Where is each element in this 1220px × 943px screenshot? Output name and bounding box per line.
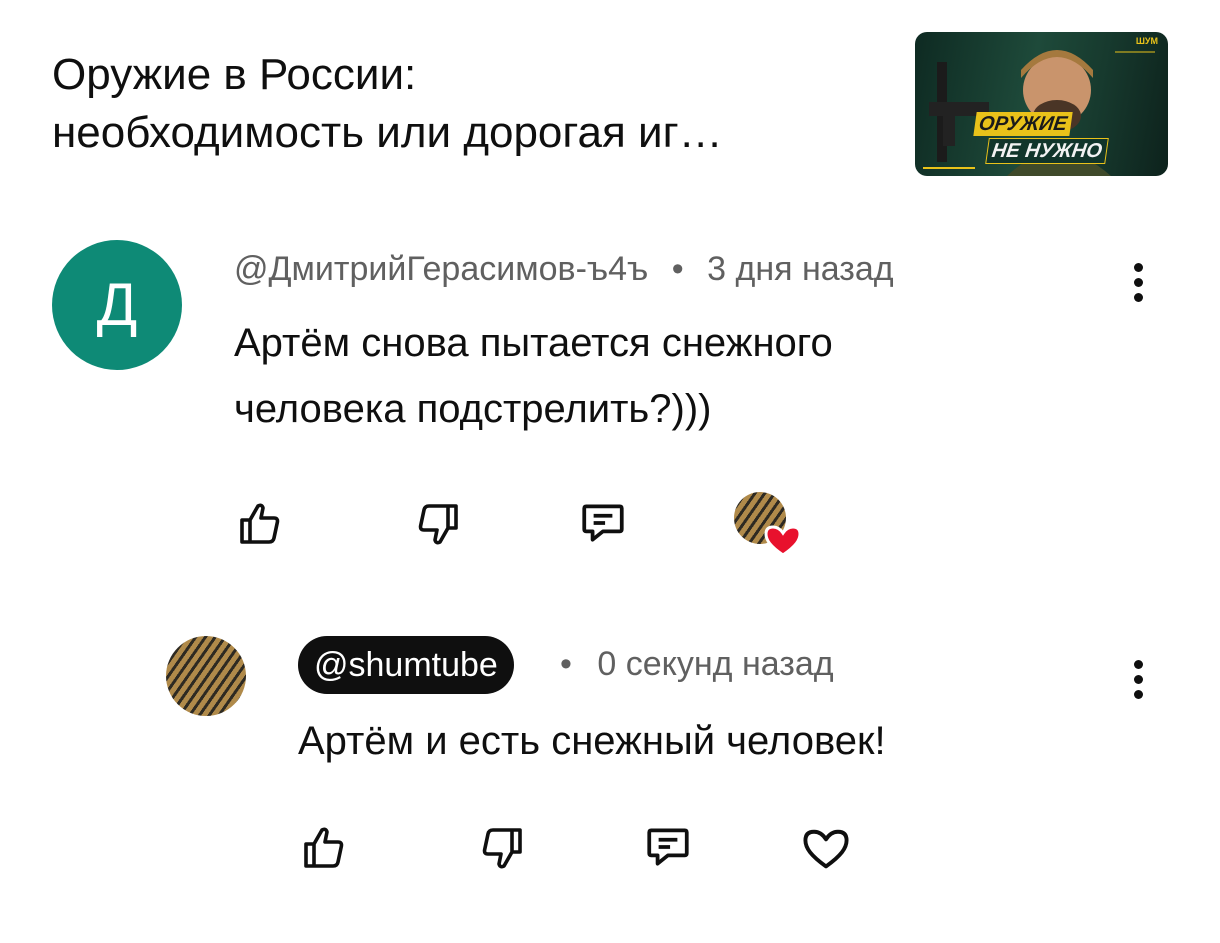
more-dot-icon xyxy=(1133,660,1143,669)
comment-meta: @ДмитрийГерасимов-ъ4ъ • 3 дня назад xyxy=(234,248,894,290)
more-dot-icon xyxy=(1133,293,1143,302)
meta-separator: • xyxy=(560,645,572,683)
more-options-button[interactable] xyxy=(1128,263,1148,313)
like-icon[interactable] xyxy=(300,824,348,872)
like-icon[interactable] xyxy=(236,500,284,548)
heart-icon[interactable] xyxy=(800,822,852,874)
thumbnail-text-line2: НЕ НУЖНО xyxy=(985,138,1109,164)
avatar[interactable]: Д xyxy=(52,240,182,370)
video-thumbnail[interactable]: ШУМ ОРУЖИЕ НЕ НУЖНО xyxy=(915,32,1168,176)
more-dot-icon xyxy=(1133,263,1143,272)
comment-meta: • 0 секунд назад xyxy=(560,643,834,685)
more-dot-icon xyxy=(1133,690,1143,699)
comment-author[interactable]: @shumtube xyxy=(298,636,514,694)
reply-icon[interactable] xyxy=(643,822,693,872)
creator-heart-icon xyxy=(764,525,802,557)
avatar[interactable] xyxy=(166,636,246,716)
thumbnail-brand: ШУМ xyxy=(1135,36,1158,46)
comment-text: Артём и есть снежный человек! xyxy=(298,719,886,763)
comment-author[interactable]: @ДмитрийГерасимов-ъ4ъ xyxy=(234,250,648,288)
comment-time: 0 секунд назад xyxy=(597,645,834,683)
comment-time: 3 дня назад xyxy=(707,250,894,288)
reply-icon[interactable] xyxy=(578,498,628,548)
more-dot-icon xyxy=(1133,675,1143,684)
more-options-button[interactable] xyxy=(1128,660,1148,710)
thumbnail-text-line1: ОРУЖИЕ xyxy=(973,112,1073,136)
dislike-icon[interactable] xyxy=(478,824,526,872)
meta-separator: • xyxy=(671,250,684,288)
dislike-icon[interactable] xyxy=(414,500,462,548)
video-title[interactable]: Оружие в России: необходимость или дорог… xyxy=(52,46,892,162)
more-dot-icon xyxy=(1133,278,1143,287)
comment-text: Артём снова пытается снежного человека п… xyxy=(234,321,833,431)
